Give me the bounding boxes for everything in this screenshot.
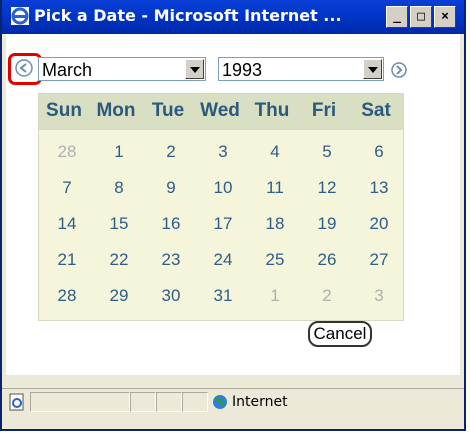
status-cell bbox=[156, 392, 182, 412]
page-content: March 1993 Sun Mon Tue Wed Thu Fri Sat 2… bbox=[6, 34, 460, 375]
day-cell[interactable]: 14 bbox=[47, 214, 87, 234]
calendar-grid: Sun Mon Tue Wed Thu Fri Sat 28 1 2 3 4 5… bbox=[38, 93, 404, 321]
month-select[interactable]: March bbox=[38, 57, 206, 81]
day-cell[interactable]: 26 bbox=[307, 250, 347, 270]
day-cell[interactable]: 30 bbox=[151, 286, 191, 306]
day-cell[interactable]: 19 bbox=[307, 214, 347, 234]
day-cell[interactable]: 28 bbox=[47, 142, 87, 162]
status-cell bbox=[30, 392, 130, 412]
prev-month-icon[interactable] bbox=[14, 58, 34, 78]
status-cell bbox=[182, 392, 208, 412]
title-bar[interactable]: Pick a Date - Microsoft Internet ... _ □… bbox=[2, 0, 464, 34]
day-cell[interactable]: 20 bbox=[359, 214, 399, 234]
day-cell[interactable]: 24 bbox=[203, 250, 243, 270]
day-cell[interactable]: 12 bbox=[307, 178, 347, 198]
day-cell[interactable]: 21 bbox=[47, 250, 87, 270]
day-cell[interactable]: 16 bbox=[151, 214, 191, 234]
day-cell[interactable]: 31 bbox=[203, 286, 243, 306]
day-cell[interactable]: 3 bbox=[359, 286, 399, 306]
day-cell[interactable]: 27 bbox=[359, 250, 399, 270]
day-cell[interactable]: 11 bbox=[255, 178, 295, 198]
day-cell[interactable]: 6 bbox=[359, 142, 399, 162]
maximize-button[interactable]: □ bbox=[410, 6, 432, 28]
page-icon bbox=[9, 393, 24, 411]
day-cell[interactable]: 1 bbox=[255, 286, 295, 306]
day-cell[interactable]: 28 bbox=[47, 286, 87, 306]
day-cell[interactable]: 10 bbox=[203, 178, 243, 198]
status-bar: Internet bbox=[2, 388, 464, 415]
ie-icon bbox=[11, 7, 29, 25]
day-cell[interactable]: 3 bbox=[203, 142, 243, 162]
window-title: Pick a Date - Microsoft Internet ... bbox=[34, 6, 342, 25]
weekday-label: Fri bbox=[311, 100, 337, 121]
month-value: March bbox=[42, 60, 93, 80]
day-cell[interactable]: 4 bbox=[255, 142, 295, 162]
chevron-down-icon[interactable] bbox=[185, 59, 204, 79]
next-month-icon[interactable] bbox=[390, 61, 408, 79]
cancel-button[interactable]: Cancel bbox=[308, 321, 372, 347]
minimize-button[interactable]: _ bbox=[386, 6, 408, 28]
weekday-label: Tue bbox=[151, 100, 185, 121]
day-cell[interactable]: 2 bbox=[307, 286, 347, 306]
weekday-label: Mon bbox=[96, 100, 136, 121]
weekday-label: Thu bbox=[254, 100, 290, 121]
close-button[interactable]: × bbox=[434, 6, 456, 28]
day-cell[interactable]: 5 bbox=[307, 142, 347, 162]
day-cell[interactable]: 1 bbox=[99, 142, 139, 162]
day-cell[interactable]: 17 bbox=[203, 214, 243, 234]
weekday-label: Sun bbox=[46, 100, 82, 121]
day-cell[interactable]: 13 bbox=[359, 178, 399, 198]
day-cell[interactable]: 29 bbox=[99, 286, 139, 306]
status-cell bbox=[130, 392, 156, 412]
weekday-label: Wed bbox=[200, 100, 240, 121]
day-cell[interactable]: 15 bbox=[99, 214, 139, 234]
year-select[interactable]: 1993 bbox=[218, 57, 384, 81]
day-cell[interactable]: 18 bbox=[255, 214, 295, 234]
day-cell[interactable]: 2 bbox=[151, 142, 191, 162]
day-cell[interactable]: 7 bbox=[47, 178, 87, 198]
globe-icon bbox=[213, 395, 227, 409]
day-cell[interactable]: 25 bbox=[255, 250, 295, 270]
day-cell[interactable]: 23 bbox=[151, 250, 191, 270]
security-zone: Internet bbox=[232, 394, 288, 410]
day-cell[interactable]: 9 bbox=[151, 178, 191, 198]
chevron-down-icon[interactable] bbox=[363, 59, 382, 79]
day-cell[interactable]: 8 bbox=[99, 178, 139, 198]
weekday-header: Sun Mon Tue Wed Thu Fri Sat bbox=[39, 94, 403, 130]
weekday-label: Sat bbox=[361, 100, 391, 121]
year-value: 1993 bbox=[222, 60, 263, 80]
day-cell[interactable]: 22 bbox=[99, 250, 139, 270]
browser-window: Pick a Date - Microsoft Internet ... _ □… bbox=[0, 0, 466, 431]
